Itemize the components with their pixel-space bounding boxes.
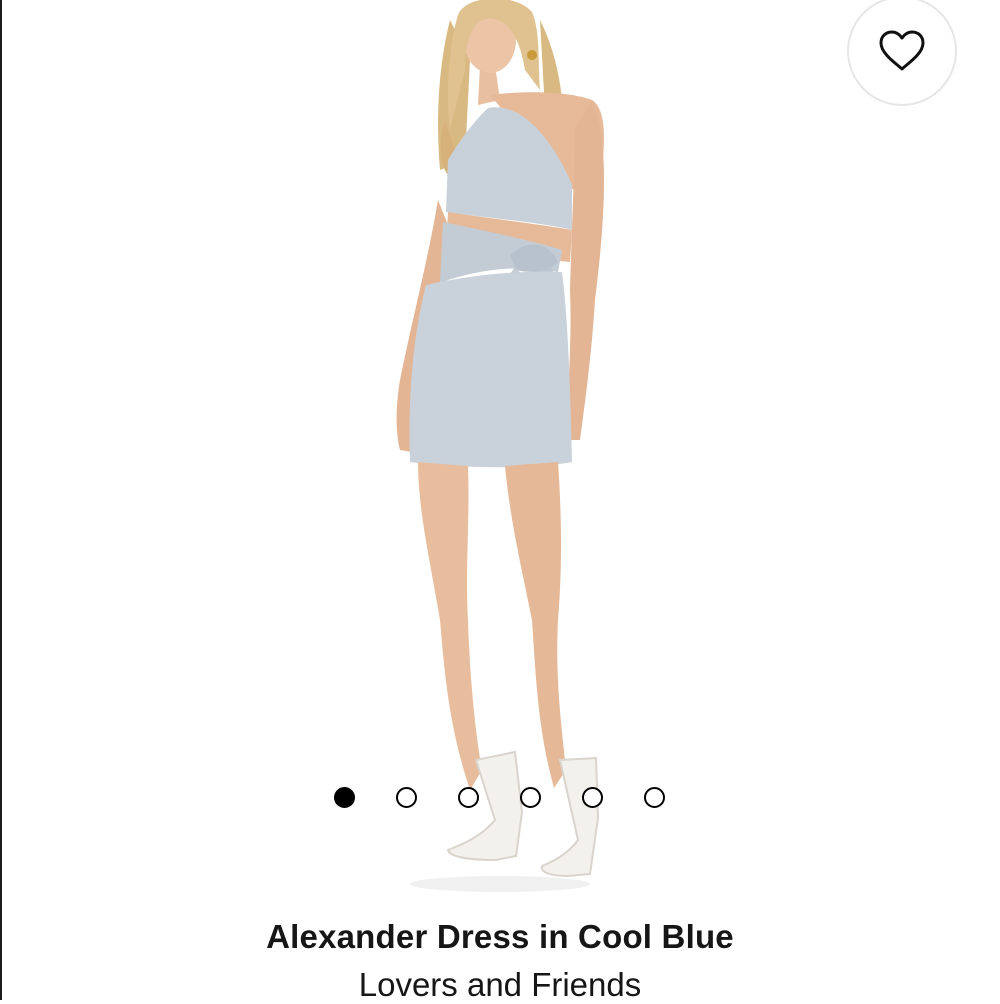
carousel-dot-5[interactable] (582, 787, 603, 808)
product-title: Alexander Dress in Cool Blue (266, 918, 734, 955)
heart-outline-icon (879, 30, 925, 71)
carousel-pagination (334, 787, 665, 808)
product-image[interactable] (300, 0, 700, 900)
carousel-dot-2[interactable] (396, 787, 417, 808)
carousel-dot-6[interactable] (644, 787, 665, 808)
screen-edge (0, 0, 2, 1000)
model-wearing-one-shoulder-cutout-dress-icon (396, 0, 605, 892)
carousel-dot-1[interactable] (334, 787, 355, 808)
product-brand[interactable]: Lovers and Friends (0, 966, 1000, 1004)
carousel-dot-4[interactable] (520, 787, 541, 808)
favorite-button[interactable] (847, 0, 957, 106)
carousel-dot-3[interactable] (458, 787, 479, 808)
